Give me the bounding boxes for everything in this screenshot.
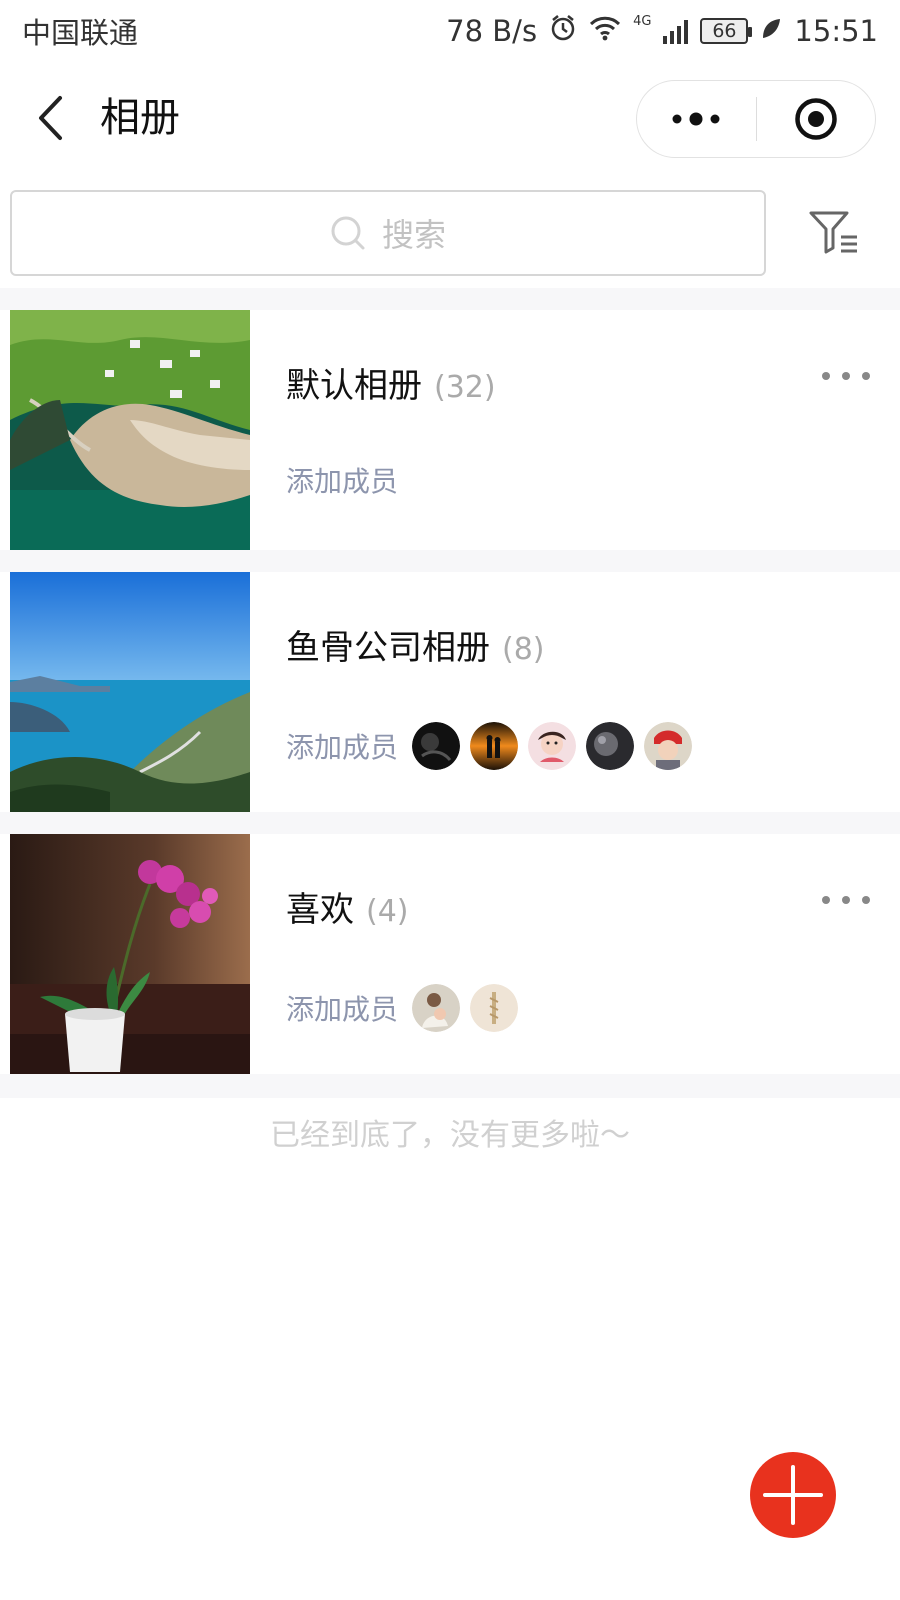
battery-icon: 66 [700,18,753,44]
album-title-row: 默认相册 (32) [286,358,496,407]
search-input[interactable]: 搜索 [10,190,766,276]
more-dots-icon [672,112,720,126]
album-item[interactable]: 鱼骨公司相册 (8) 添加成员 [0,572,900,812]
member-row: 添加成员 [286,460,402,500]
target-circle-icon [795,98,837,140]
back-button[interactable] [30,92,70,144]
album-item[interactable]: 喜欢 (4) 添加成员 [0,834,900,1074]
wifi-icon [589,14,621,48]
album-cover[interactable] [10,310,250,550]
add-member-link[interactable]: 添加成员 [286,460,398,500]
search-area: 搜索 [0,180,900,288]
lake-mountain-view-photo [10,572,250,812]
plus-icon [763,1465,823,1525]
album-name: 默认相册 [286,366,422,406]
page-title: 相册 [100,95,180,141]
end-of-list-text: 已经到底了，没有更多啦～ [270,1118,630,1153]
more-dot [822,896,830,904]
add-member-link[interactable]: 添加成员 [286,988,398,1028]
add-album-button[interactable] [750,1452,836,1538]
album-more-button[interactable] [822,890,870,910]
filter-button[interactable] [806,204,862,260]
network-type: 4G [633,13,652,29]
more-dot [822,372,830,380]
battery-level: 66 [712,20,737,42]
search-icon [331,216,365,250]
coastal-cliff-village-photo [10,310,250,550]
alarm-icon [549,14,577,49]
member-avatar[interactable] [470,722,519,770]
navigation-bar: 相册 [0,62,900,180]
back-chevron-icon [39,96,62,140]
net-speed: 78 B/s [446,14,538,48]
more-dot [842,896,850,904]
clock-time: 15:51 [794,14,878,48]
member-avatar[interactable] [644,722,693,770]
more-dot [842,372,850,380]
member-avatar[interactable] [586,722,635,770]
album-name: 喜欢 [286,890,354,930]
album-title-row: 鱼骨公司相册 (8) [286,620,545,669]
album-name: 鱼骨公司相册 [286,628,490,668]
filter-list-icon [809,211,857,254]
search-placeholder: 搜索 [381,216,446,254]
menu-button[interactable] [637,81,756,157]
member-row: 添加成员 [286,722,693,770]
member-avatar[interactable] [412,984,461,1032]
pink-orchid-pot-photo [10,834,250,1074]
status-bar: 中国联通 78 B/s 4G 66 15:51 [0,0,900,62]
add-member-link[interactable]: 添加成员 [286,726,398,766]
album-count: (32) [434,370,496,405]
mini-program-capsule [636,80,876,158]
more-dot [862,896,870,904]
leaf-icon [760,14,782,48]
member-avatar[interactable] [528,722,577,770]
member-avatar[interactable] [470,984,519,1032]
close-button[interactable] [757,81,876,157]
album-count: (4) [366,894,409,929]
album-more-button[interactable] [822,366,870,386]
more-dot [862,372,870,380]
signal-icon [663,18,689,44]
status-indicators: 78 B/s 4G 66 15:51 [446,14,878,49]
album-item[interactable]: 默认相册 (32) 添加成员 [0,310,900,550]
album-cover[interactable] [10,572,250,812]
album-title-row: 喜欢 (4) [286,882,409,931]
album-cover[interactable] [10,834,250,1074]
member-row: 添加成员 [286,984,519,1032]
member-avatar[interactable] [412,722,461,770]
album-count: (8) [502,632,545,667]
carrier-name: 中国联通 [22,16,139,50]
